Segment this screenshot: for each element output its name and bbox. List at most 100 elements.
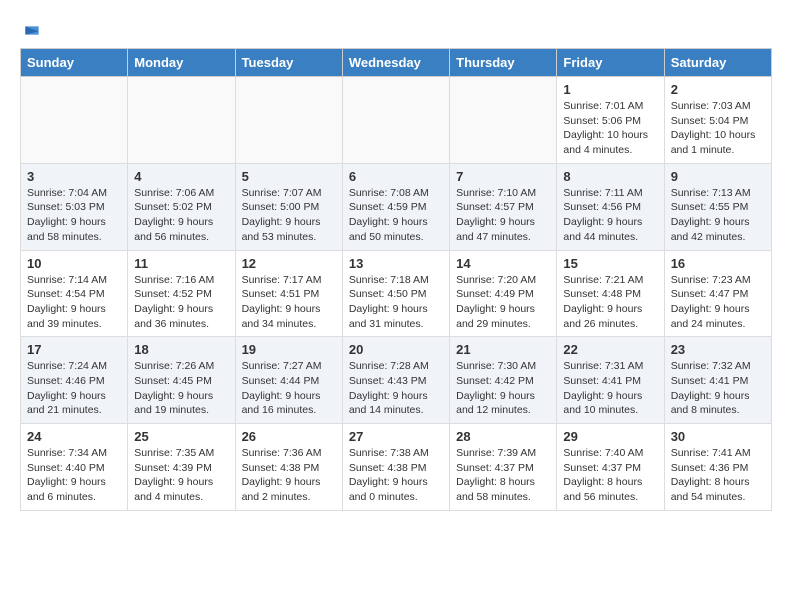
calendar-cell: 17 Sunrise: 7:24 AM Sunset: 4:46 PM Dayli… <box>21 337 128 424</box>
day-number: 15 <box>563 256 657 271</box>
day-info: Sunrise: 7:40 AM Sunset: 4:37 PM Dayligh… <box>563 446 657 505</box>
day-info: Sunrise: 7:16 AM Sunset: 4:52 PM Dayligh… <box>134 273 228 332</box>
calendar-cell: 6 Sunrise: 7:08 AM Sunset: 4:59 PM Daylig… <box>342 163 449 250</box>
calendar-week-row: 1 Sunrise: 7:01 AM Sunset: 5:06 PM Daylig… <box>21 77 772 164</box>
day-info: Sunrise: 7:20 AM Sunset: 4:49 PM Dayligh… <box>456 273 550 332</box>
day-info: Sunrise: 7:24 AM Sunset: 4:46 PM Dayligh… <box>27 359 121 418</box>
calendar-cell: 24Sunrise: 7:34 AM Sunset: 4:40 PM Dayli… <box>21 424 128 511</box>
calendar-cell: 28 Sunrise: 7:39 AM Sunset: 4:37 PM Dayli… <box>450 424 557 511</box>
day-number: 3 <box>27 169 121 184</box>
day-number: 30 <box>671 429 765 444</box>
day-number: 26 <box>242 429 336 444</box>
day-number: 10 <box>27 256 121 271</box>
day-number: 29 <box>563 429 657 444</box>
day-info: Sunrise: 7:35 AM Sunset: 4:39 PM Dayligh… <box>134 446 228 505</box>
day-number: 25 <box>134 429 228 444</box>
day-info: Sunrise: 7:21 AM Sunset: 4:48 PM Dayligh… <box>563 273 657 332</box>
calendar-cell <box>450 77 557 164</box>
day-number: 17 <box>27 342 121 357</box>
calendar-cell: 10Sunrise: 7:14 AM Sunset: 4:54 PM Dayli… <box>21 250 128 337</box>
calendar-cell <box>235 77 342 164</box>
logo <box>20 20 42 38</box>
calendar-cell: 27 Sunrise: 7:38 AM Sunset: 4:38 PM Dayli… <box>342 424 449 511</box>
calendar-cell: 12 Sunrise: 7:17 AM Sunset: 4:51 PM Dayli… <box>235 250 342 337</box>
calendar-cell: 19 Sunrise: 7:27 AM Sunset: 4:44 PM Dayli… <box>235 337 342 424</box>
weekday-header-saturday: Saturday <box>664 49 771 77</box>
day-info: Sunrise: 7:41 AM Sunset: 4:36 PM Dayligh… <box>671 446 765 505</box>
weekday-header-tuesday: Tuesday <box>235 49 342 77</box>
day-number: 4 <box>134 169 228 184</box>
day-info: Sunrise: 7:32 AM Sunset: 4:41 PM Dayligh… <box>671 359 765 418</box>
calendar-cell: 18 Sunrise: 7:26 AM Sunset: 4:45 PM Dayli… <box>128 337 235 424</box>
day-info: Sunrise: 7:01 AM Sunset: 5:06 PM Dayligh… <box>563 99 657 158</box>
day-number: 9 <box>671 169 765 184</box>
day-info: Sunrise: 7:07 AM Sunset: 5:00 PM Dayligh… <box>242 186 336 245</box>
day-info: Sunrise: 7:18 AM Sunset: 4:50 PM Dayligh… <box>349 273 443 332</box>
day-info: Sunrise: 7:30 AM Sunset: 4:42 PM Dayligh… <box>456 359 550 418</box>
day-number: 8 <box>563 169 657 184</box>
calendar-cell: 9 Sunrise: 7:13 AM Sunset: 4:55 PM Daylig… <box>664 163 771 250</box>
weekday-header-sunday: Sunday <box>21 49 128 77</box>
calendar-cell: 26 Sunrise: 7:36 AM Sunset: 4:38 PM Dayli… <box>235 424 342 511</box>
day-number: 21 <box>456 342 550 357</box>
day-info: Sunrise: 7:13 AM Sunset: 4:55 PM Dayligh… <box>671 186 765 245</box>
day-info: Sunrise: 7:17 AM Sunset: 4:51 PM Dayligh… <box>242 273 336 332</box>
day-number: 16 <box>671 256 765 271</box>
weekday-header-wednesday: Wednesday <box>342 49 449 77</box>
calendar-cell: 3 Sunrise: 7:04 AM Sunset: 5:03 PM Daylig… <box>21 163 128 250</box>
calendar-cell <box>342 77 449 164</box>
calendar-cell: 22 Sunrise: 7:31 AM Sunset: 4:41 PM Dayli… <box>557 337 664 424</box>
weekday-header-thursday: Thursday <box>450 49 557 77</box>
day-number: 12 <box>242 256 336 271</box>
calendar-cell: 7 Sunrise: 7:10 AM Sunset: 4:57 PM Daylig… <box>450 163 557 250</box>
day-info: Sunrise: 7:04 AM Sunset: 5:03 PM Dayligh… <box>27 186 121 245</box>
day-number: 11 <box>134 256 228 271</box>
day-info: Sunrise: 7:03 AM Sunset: 5:04 PM Dayligh… <box>671 99 765 158</box>
day-number: 1 <box>563 82 657 97</box>
calendar-cell: 14 Sunrise: 7:20 AM Sunset: 4:49 PM Dayli… <box>450 250 557 337</box>
day-info: Sunrise: 7:08 AM Sunset: 4:59 PM Dayligh… <box>349 186 443 245</box>
weekday-header-friday: Friday <box>557 49 664 77</box>
day-info: Sunrise: 7:27 AM Sunset: 4:44 PM Dayligh… <box>242 359 336 418</box>
day-info: Sunrise: 7:10 AM Sunset: 4:57 PM Dayligh… <box>456 186 550 245</box>
calendar-cell: 5 Sunrise: 7:07 AM Sunset: 5:00 PM Daylig… <box>235 163 342 250</box>
day-number: 2 <box>671 82 765 97</box>
day-number: 19 <box>242 342 336 357</box>
day-info: Sunrise: 7:28 AM Sunset: 4:43 PM Dayligh… <box>349 359 443 418</box>
day-info: Sunrise: 7:31 AM Sunset: 4:41 PM Dayligh… <box>563 359 657 418</box>
calendar-cell: 2 Sunrise: 7:03 AM Sunset: 5:04 PM Daylig… <box>664 77 771 164</box>
calendar-week-row: 24Sunrise: 7:34 AM Sunset: 4:40 PM Dayli… <box>21 424 772 511</box>
calendar-cell: 13Sunrise: 7:18 AM Sunset: 4:50 PM Dayli… <box>342 250 449 337</box>
day-number: 27 <box>349 429 443 444</box>
calendar-cell: 16 Sunrise: 7:23 AM Sunset: 4:47 PM Dayli… <box>664 250 771 337</box>
calendar-cell: 1 Sunrise: 7:01 AM Sunset: 5:06 PM Daylig… <box>557 77 664 164</box>
calendar-cell: 15 Sunrise: 7:21 AM Sunset: 4:48 PM Dayli… <box>557 250 664 337</box>
calendar-cell: 25 Sunrise: 7:35 AM Sunset: 4:39 PM Dayli… <box>128 424 235 511</box>
day-number: 14 <box>456 256 550 271</box>
calendar-cell: 29 Sunrise: 7:40 AM Sunset: 4:37 PM Dayli… <box>557 424 664 511</box>
calendar-cell <box>128 77 235 164</box>
calendar-week-row: 3 Sunrise: 7:04 AM Sunset: 5:03 PM Daylig… <box>21 163 772 250</box>
day-info: Sunrise: 7:39 AM Sunset: 4:37 PM Dayligh… <box>456 446 550 505</box>
day-number: 6 <box>349 169 443 184</box>
calendar-cell: 30 Sunrise: 7:41 AM Sunset: 4:36 PM Dayli… <box>664 424 771 511</box>
day-info: Sunrise: 7:38 AM Sunset: 4:38 PM Dayligh… <box>349 446 443 505</box>
day-info: Sunrise: 7:36 AM Sunset: 4:38 PM Dayligh… <box>242 446 336 505</box>
day-number: 28 <box>456 429 550 444</box>
day-number: 18 <box>134 342 228 357</box>
day-info: Sunrise: 7:11 AM Sunset: 4:56 PM Dayligh… <box>563 186 657 245</box>
day-number: 5 <box>242 169 336 184</box>
day-number: 7 <box>456 169 550 184</box>
calendar-cell: 20Sunrise: 7:28 AM Sunset: 4:43 PM Dayli… <box>342 337 449 424</box>
day-number: 22 <box>563 342 657 357</box>
day-number: 23 <box>671 342 765 357</box>
weekday-header-monday: Monday <box>128 49 235 77</box>
day-info: Sunrise: 7:34 AM Sunset: 4:40 PM Dayligh… <box>27 446 121 505</box>
calendar-cell: 23 Sunrise: 7:32 AM Sunset: 4:41 PM Dayli… <box>664 337 771 424</box>
calendar-header-row: SundayMondayTuesdayWednesdayThursdayFrid… <box>21 49 772 77</box>
day-info: Sunrise: 7:23 AM Sunset: 4:47 PM Dayligh… <box>671 273 765 332</box>
day-info: Sunrise: 7:06 AM Sunset: 5:02 PM Dayligh… <box>134 186 228 245</box>
calendar-cell: 4 Sunrise: 7:06 AM Sunset: 5:02 PM Daylig… <box>128 163 235 250</box>
calendar-week-row: 10Sunrise: 7:14 AM Sunset: 4:54 PM Dayli… <box>21 250 772 337</box>
day-info: Sunrise: 7:26 AM Sunset: 4:45 PM Dayligh… <box>134 359 228 418</box>
